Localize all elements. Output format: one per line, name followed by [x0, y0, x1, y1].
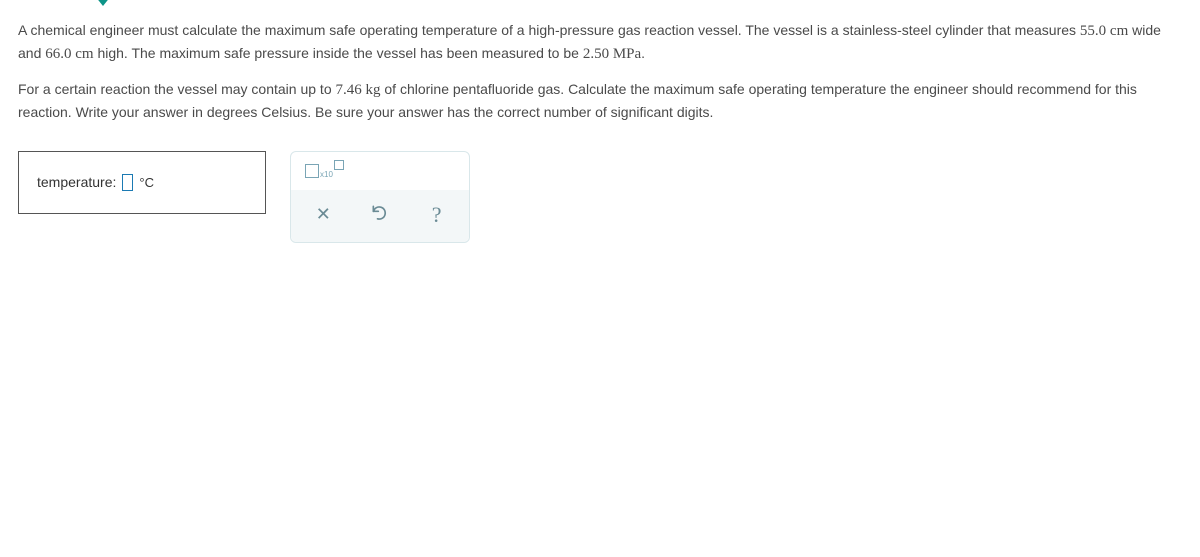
close-icon: ✕	[316, 204, 331, 225]
answer-label: temperature:	[37, 174, 116, 190]
answer-box: temperature: °C	[18, 151, 266, 214]
value-width: 55.0 cm	[1080, 23, 1128, 39]
sci-base-box-icon	[305, 164, 319, 178]
sci-x10-label: x10	[320, 170, 333, 179]
text: For a certain reaction the vessel may co…	[18, 81, 336, 97]
reset-button[interactable]	[356, 198, 404, 232]
temperature-input[interactable]	[122, 174, 133, 191]
scientific-notation-button[interactable]: x10	[305, 164, 344, 178]
problem-content: A chemical engineer must calculate the m…	[0, 12, 1200, 243]
value-mass: 7.46 kg	[336, 82, 381, 98]
undo-icon	[370, 203, 390, 226]
value-pressure: 2.50 MPa	[583, 46, 641, 62]
question-icon: ?	[432, 202, 442, 228]
clear-button[interactable]: ✕	[299, 198, 347, 232]
tool-row-actions: ✕ ?	[291, 190, 469, 242]
answer-row: temperature: °C x10 ✕	[18, 151, 1182, 243]
text: high. The maximum safe pressure inside t…	[94, 45, 583, 61]
problem-paragraph-1: A chemical engineer must calculate the m…	[18, 20, 1182, 65]
text: A chemical engineer must calculate the m…	[18, 22, 1080, 38]
answer-unit: °C	[139, 175, 154, 190]
sci-exponent-box-icon	[334, 160, 344, 170]
tool-panel: x10 ✕ ?	[290, 151, 470, 243]
value-height: 66.0 cm	[45, 46, 93, 62]
tool-row-formats: x10	[291, 152, 469, 190]
problem-paragraph-2: For a certain reaction the vessel may co…	[18, 79, 1182, 123]
text: .	[641, 45, 645, 61]
help-button[interactable]: ?	[413, 198, 461, 232]
collapse-chevron-icon[interactable]	[95, 0, 111, 6]
